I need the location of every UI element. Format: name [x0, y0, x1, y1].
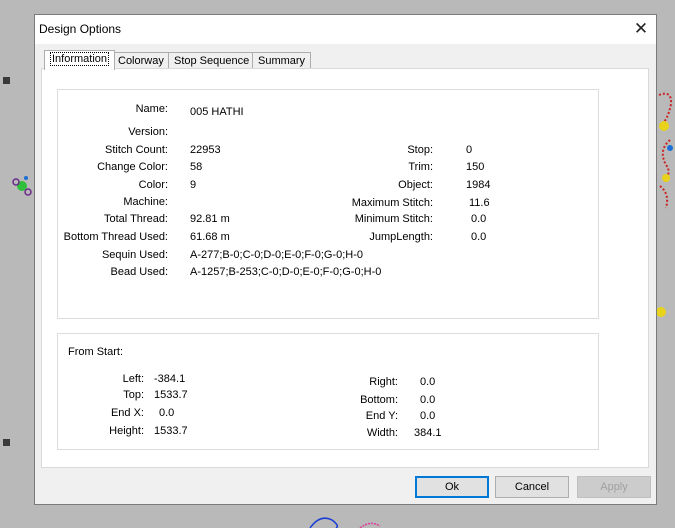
left-label: Left: — [122, 373, 144, 385]
close-icon: ✕ — [633, 19, 649, 38]
stitch-count-value: 22953 — [190, 144, 221, 156]
sequin-used-value: A-277;B-0;C-0;D-0;E-0;F-0;G-0;H-0 — [190, 249, 363, 261]
maximum-stitch-value: 11.6 — [469, 197, 490, 209]
width-value: 384.1 — [414, 427, 442, 439]
tab-colorway[interactable]: Colorway — [112, 52, 170, 69]
bead-used-label: Bead Used: — [110, 266, 168, 278]
total-thread-value: 92.81 m — [190, 213, 230, 225]
trim-label: Trim: — [408, 161, 433, 173]
ok-button[interactable]: Ok — [415, 476, 489, 498]
minimum-stitch-value: 0.0 — [471, 213, 487, 225]
close-button[interactable]: ✕ — [626, 15, 656, 44]
total-thread-label: Total Thread: — [103, 213, 168, 225]
color-label: Color: — [138, 179, 168, 191]
from-start-group: From Start: Left: -384.1 Top: 1533.7 End… — [57, 333, 599, 450]
change-color-label: Change Color: — [97, 161, 168, 173]
end-y-label: End Y: — [365, 410, 398, 422]
from-start-heading: From Start: — [68, 346, 124, 358]
stitch-count-label: Stitch Count: — [105, 144, 168, 156]
end-y-value: 0.0 — [420, 410, 436, 422]
jump-length-value: 0.0 — [471, 231, 487, 243]
sequin-used-label: Sequin Used: — [101, 249, 168, 261]
height-label: Height: — [109, 425, 144, 437]
right-value: 0.0 — [420, 376, 436, 388]
maximum-stitch-label: Maximum Stitch: — [351, 197, 433, 209]
embroidery-design-fragment-right — [656, 92, 673, 317]
top-label: Top: — [123, 389, 144, 401]
end-x-label: End X: — [110, 407, 144, 419]
right-label: Right: — [369, 376, 398, 388]
tab-stop-sequence[interactable]: Stop Sequence — [168, 52, 256, 69]
tab-information[interactable]: Information — [44, 50, 116, 70]
design-options-dialog: Design Options ✕ Information Colorway St… — [34, 14, 657, 505]
height-value: 1533.7 — [154, 425, 188, 437]
bottom-label: Bottom: — [360, 394, 398, 406]
color-value: 9 — [190, 179, 197, 191]
embroidery-design-fragment-left — [12, 176, 32, 196]
stop-value: 0 — [466, 144, 473, 156]
machine-label: Machine: — [123, 196, 168, 208]
jump-length-label: JumpLength: — [369, 231, 433, 243]
object-value: 1984 — [466, 179, 491, 191]
bottom-value: 0.0 — [420, 394, 436, 406]
apply-button[interactable]: Apply — [577, 476, 651, 498]
top-value: 1533.7 — [154, 389, 188, 401]
stop-label: Stop: — [407, 144, 433, 156]
width-label: Width: — [366, 427, 398, 439]
cancel-button[interactable]: Cancel — [495, 476, 569, 498]
name-label: Name: — [135, 103, 168, 115]
bottom-thread-label: Bottom Thread Used: — [63, 231, 168, 243]
bead-used-value: A-1257;B-253;C-0;D-0;E-0;F-0;G-0;H-0 — [190, 266, 382, 278]
design-info-group: Name: 005 HATHI Version: Stitch Count: 2… — [57, 89, 599, 319]
embroidery-design-fragment-bottom — [309, 517, 381, 528]
version-label: Version: — [128, 126, 168, 138]
canvas-handle-marker — [3, 439, 10, 446]
trim-value: 150 — [466, 161, 485, 173]
object-label: Object: — [398, 179, 433, 191]
left-value: -384.1 — [154, 373, 186, 385]
end-x-value: 0.0 — [159, 407, 175, 419]
name-value: 005 HATHI — [190, 106, 244, 118]
change-color-value: 58 — [190, 161, 203, 173]
tab-summary[interactable]: Summary — [252, 52, 312, 69]
title-bar: Design Options ✕ — [35, 15, 656, 44]
canvas-handle-marker — [3, 77, 10, 84]
minimum-stitch-label: Minimum Stitch: — [354, 213, 433, 225]
bottom-thread-value: 61.68 m — [190, 231, 230, 243]
window-title: Design Options — [39, 22, 122, 36]
information-panel: Name: 005 HATHI Version: Stitch Count: 2… — [41, 68, 649, 468]
